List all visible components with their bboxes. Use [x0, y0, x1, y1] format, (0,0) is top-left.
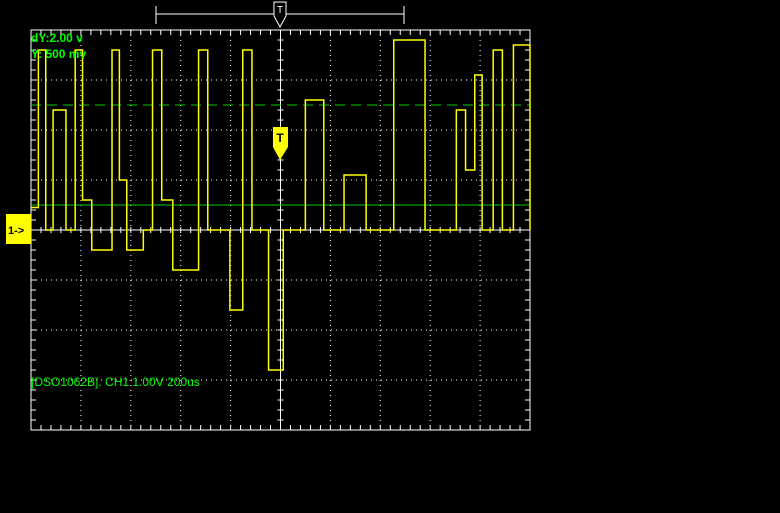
channel-1-marker[interactable]: 1-> [6, 214, 31, 244]
trigger-level-label: T [276, 131, 284, 145]
channel-1-label: 1-> [8, 225, 24, 237]
y-readout: Y: 500 mv [31, 47, 86, 61]
trigger-position-marker[interactable]: T [273, 1, 287, 29]
status-readout: [DSO1062B]. CH1 1.00V 200us [31, 375, 200, 389]
trigger-position-label: T [277, 5, 283, 16]
oscilloscope-screen: T T 1-> dY:2.00 v Y: 500 mv [DSO1062B]. … [6, 1, 531, 431]
dy-readout: dY:2.00 v [31, 31, 83, 45]
